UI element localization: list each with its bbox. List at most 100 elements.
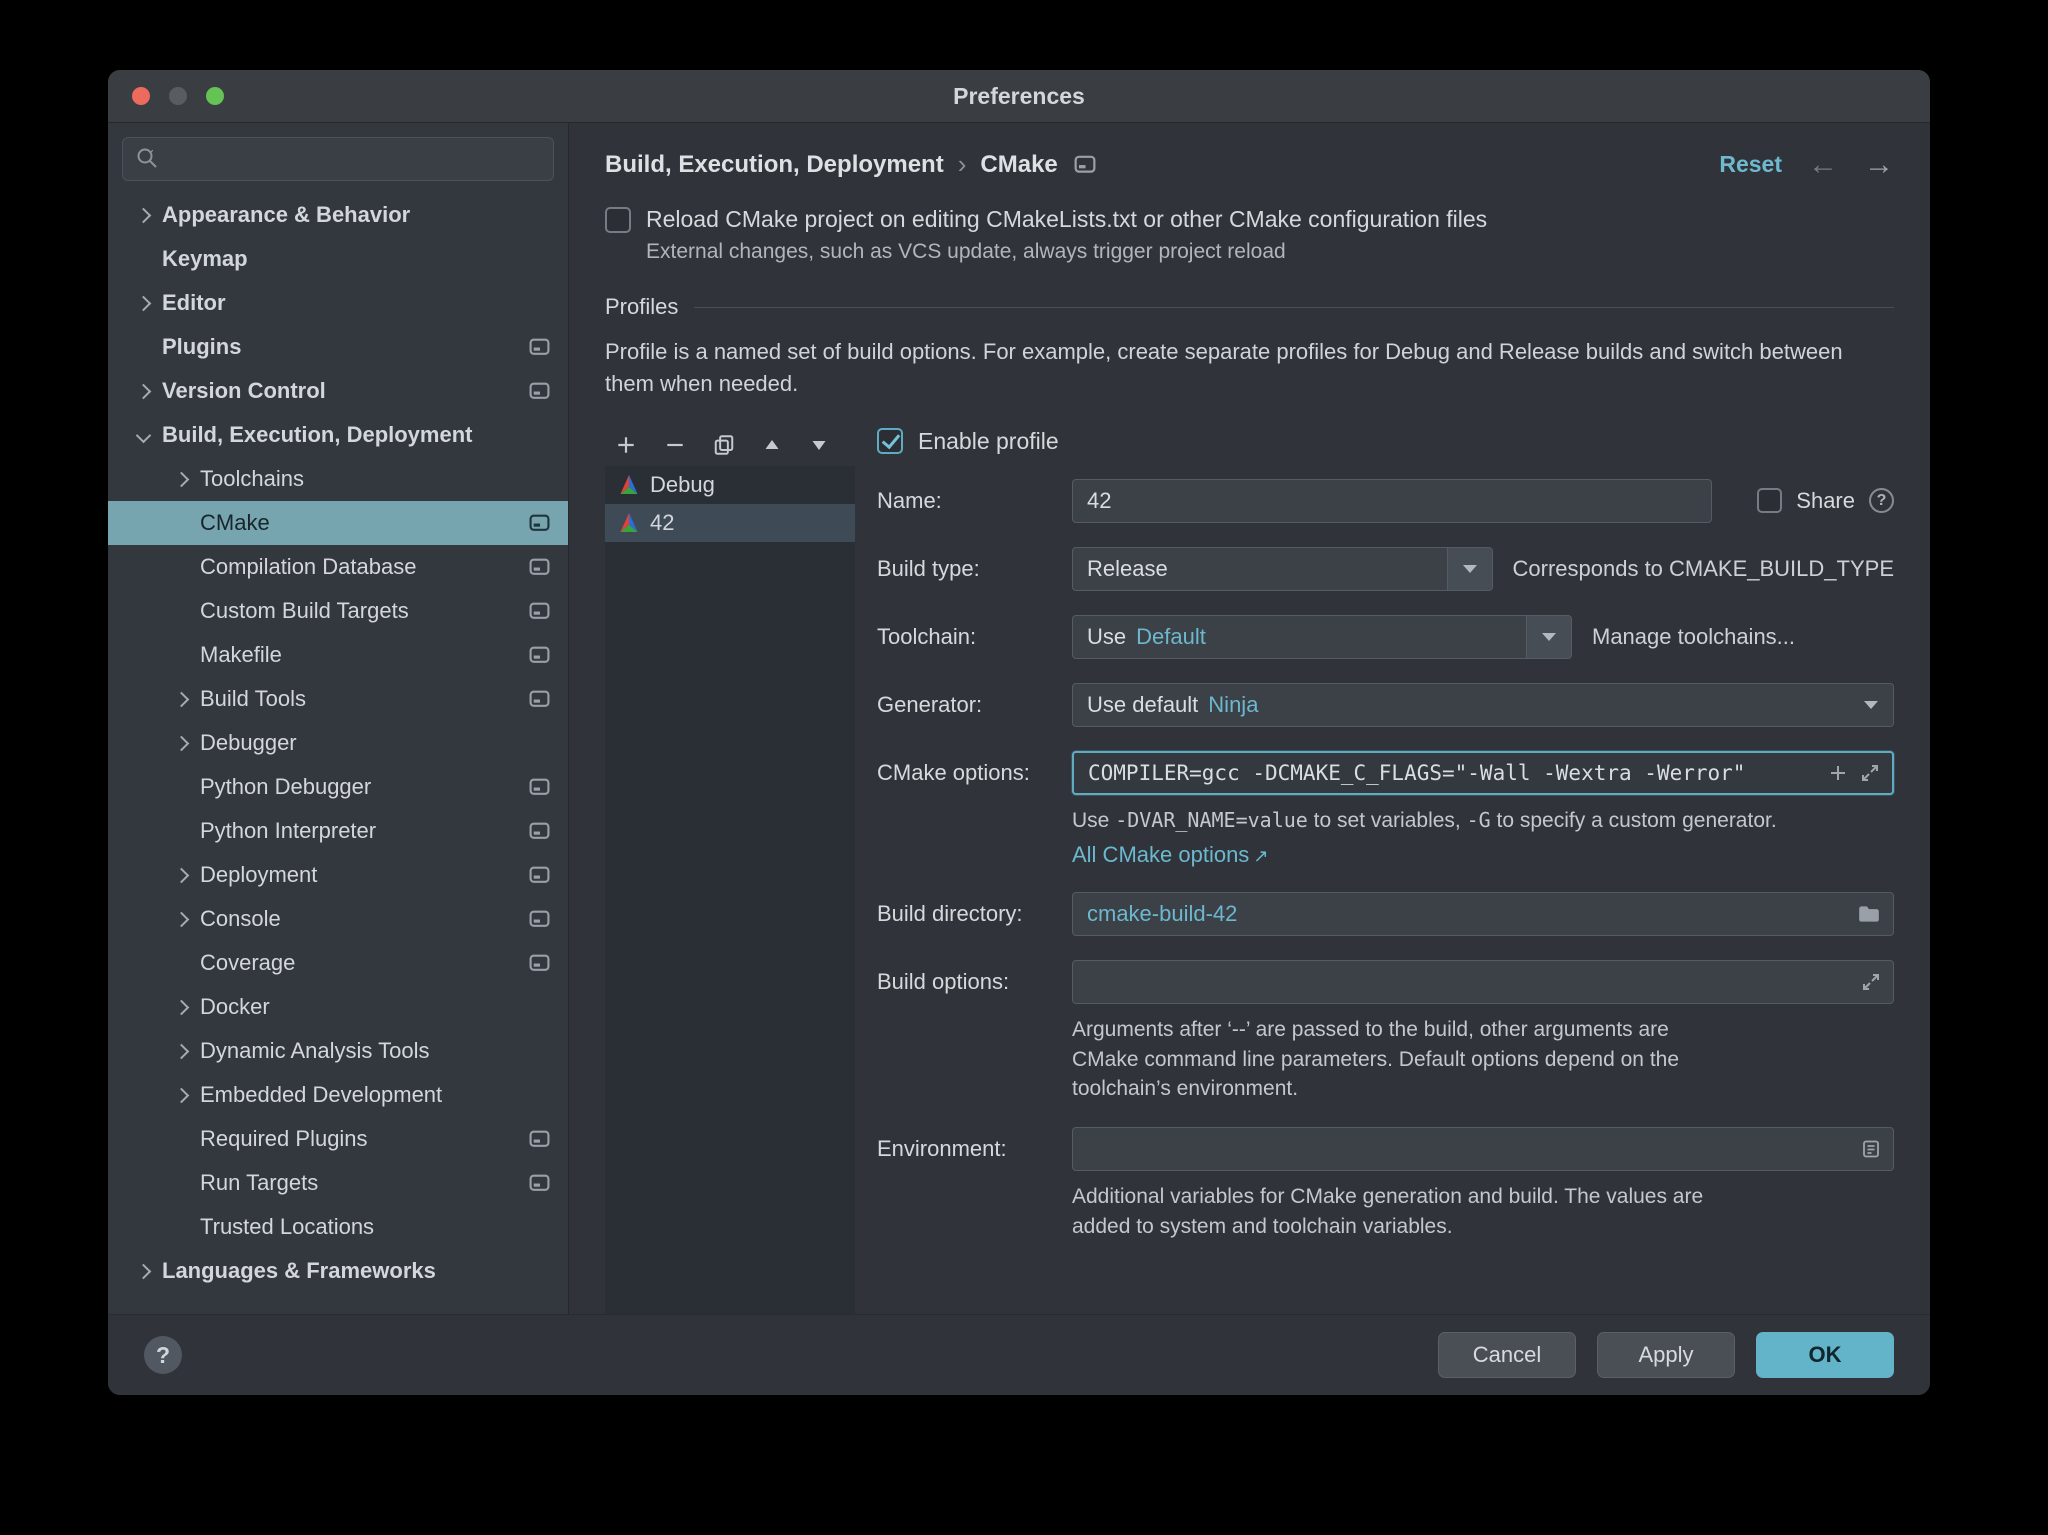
environment-variables-icon[interactable] <box>1861 1139 1881 1159</box>
enable-profile-checkbox[interactable] <box>877 428 903 455</box>
folder-icon[interactable] <box>1857 904 1881 924</box>
sidebar-item-version-control[interactable]: Version Control <box>108 369 568 413</box>
chevron-icon[interactable] <box>166 684 196 714</box>
sidebar-item-coverage[interactable]: Coverage <box>108 941 568 985</box>
chevron-icon[interactable] <box>166 596 196 626</box>
chevron-icon[interactable] <box>128 244 158 274</box>
sidebar-item-docker[interactable]: Docker <box>108 985 568 1029</box>
chevron-icon[interactable] <box>166 1036 196 1066</box>
project-settings-icon <box>529 690 550 708</box>
chevron-icon[interactable] <box>166 860 196 890</box>
chevron-icon[interactable] <box>166 1124 196 1154</box>
minimize-window-button[interactable] <box>169 87 187 105</box>
chevron-icon[interactable] <box>166 816 196 846</box>
build-directory-input[interactable]: cmake-build-42 <box>1072 892 1894 937</box>
build-options-input[interactable] <box>1072 960 1894 1005</box>
sidebar-item-compilation-database[interactable]: Compilation Database <box>108 545 568 589</box>
sidebar-item-run-targets[interactable]: Run Targets <box>108 1161 568 1205</box>
share-checkbox[interactable] <box>1757 488 1783 514</box>
sidebar-item-trusted-locations[interactable]: Trusted Locations <box>108 1205 568 1249</box>
cmake-options-input[interactable]: COMPILER=gcc -DCMAKE_C_FLAGS="-Wall -Wex… <box>1072 750 1894 795</box>
chevron-icon[interactable] <box>128 1256 158 1286</box>
build-type-select[interactable]: Release <box>1072 546 1493 591</box>
chevron-icon[interactable] <box>166 948 196 978</box>
ok-button[interactable]: OK <box>1756 1332 1894 1378</box>
dropdown-arrow-icon[interactable] <box>1526 615 1571 658</box>
chevron-icon[interactable] <box>166 508 196 538</box>
chevron-icon[interactable] <box>166 904 196 934</box>
project-settings-icon <box>529 866 550 884</box>
environment-hint: Additional variables for CMake generatio… <box>1072 1185 1704 1238</box>
zoom-window-button[interactable] <box>206 87 224 105</box>
chevron-icon[interactable] <box>166 772 196 802</box>
chevron-icon[interactable] <box>166 552 196 582</box>
sidebar-item-plugins[interactable]: Plugins <box>108 325 568 369</box>
name-input[interactable]: 42 <box>1072 478 1712 523</box>
sidebar-item-languages-frameworks[interactable]: Languages & Frameworks <box>108 1249 568 1293</box>
reset-link[interactable]: Reset <box>1719 151 1782 178</box>
chevron-icon[interactable] <box>166 640 196 670</box>
chevron-icon[interactable] <box>166 1080 196 1110</box>
dropdown-arrow-icon[interactable] <box>1849 684 1893 726</box>
sidebar-item-deployment[interactable]: Deployment <box>108 853 568 897</box>
sidebar-item-makefile[interactable]: Makefile <box>108 633 568 677</box>
apply-button[interactable]: Apply <box>1597 1332 1735 1378</box>
toolchain-select[interactable]: Use Default <box>1072 614 1572 659</box>
move-up-icon[interactable] <box>762 435 782 455</box>
sidebar-item-python-debugger[interactable]: Python Debugger <box>108 765 568 809</box>
sidebar-item-appearance-behavior[interactable]: Appearance & Behavior <box>108 193 568 237</box>
close-window-button[interactable] <box>132 87 150 105</box>
cmake-logo-icon <box>617 512 641 533</box>
generator-select[interactable]: Use default Ninja <box>1072 682 1894 727</box>
breadcrumb-parent[interactable]: Build, Execution, Deployment <box>605 151 944 179</box>
move-down-icon[interactable] <box>809 435 829 455</box>
share-help-icon[interactable]: ? <box>1869 488 1894 514</box>
forward-arrow-icon[interactable]: → <box>1864 149 1894 180</box>
sidebar-item-editor[interactable]: Editor <box>108 281 568 325</box>
project-settings-icon <box>529 954 550 972</box>
chevron-icon[interactable] <box>166 1168 196 1198</box>
add-profile-icon[interactable] <box>615 434 637 456</box>
chevron-icon[interactable] <box>128 332 158 362</box>
chevron-icon[interactable] <box>128 420 158 450</box>
sidebar-item-keymap[interactable]: Keymap <box>108 237 568 281</box>
expand-field-icon[interactable] <box>1861 972 1881 992</box>
sidebar-item-build-execution-deployment[interactable]: Build, Execution, Deployment <box>108 413 568 457</box>
expand-field-icon[interactable] <box>1860 763 1880 783</box>
sidebar-item-toolchains[interactable]: Toolchains <box>108 457 568 501</box>
share-label: Share <box>1796 487 1855 513</box>
cancel-button[interactable]: Cancel <box>1438 1332 1576 1378</box>
add-macro-icon[interactable] <box>1828 763 1848 783</box>
sidebar-item-required-plugins[interactable]: Required Plugins <box>108 1117 568 1161</box>
help-icon[interactable]: ? <box>144 1336 182 1374</box>
settings-search-input[interactable] <box>122 137 554 181</box>
sidebar-item-build-tools[interactable]: Build Tools <box>108 677 568 721</box>
sidebar-item-cmake[interactable]: CMake <box>108 501 568 545</box>
project-settings-icon <box>529 822 550 840</box>
titlebar: Preferences <box>108 70 1930 123</box>
back-arrow-icon[interactable]: ← <box>1808 149 1838 180</box>
project-settings-icon <box>529 646 550 664</box>
remove-profile-icon[interactable] <box>664 434 686 456</box>
sidebar-item-python-interpreter[interactable]: Python Interpreter <box>108 809 568 853</box>
chevron-icon[interactable] <box>128 376 158 406</box>
all-cmake-options-link[interactable]: All CMake options <box>1072 842 1249 867</box>
profile-list-item-debug[interactable]: Debug <box>605 466 855 504</box>
reload-cmake-checkbox[interactable] <box>605 206 631 233</box>
chevron-icon[interactable] <box>166 1212 196 1242</box>
profile-list-item-42[interactable]: 42 <box>605 503 855 542</box>
dropdown-arrow-icon[interactable] <box>1446 547 1492 590</box>
chevron-icon[interactable] <box>166 992 196 1022</box>
chevron-icon[interactable] <box>166 464 196 494</box>
chevron-icon[interactable] <box>166 728 196 758</box>
sidebar-item-debugger[interactable]: Debugger <box>108 721 568 765</box>
copy-profile-icon[interactable] <box>713 434 735 456</box>
sidebar-item-custom-build-targets[interactable]: Custom Build Targets <box>108 589 568 633</box>
sidebar-item-dynamic-analysis-tools[interactable]: Dynamic Analysis Tools <box>108 1029 568 1073</box>
sidebar-item-embedded-development[interactable]: Embedded Development <box>108 1073 568 1117</box>
chevron-icon[interactable] <box>128 200 158 230</box>
manage-toolchains-link[interactable]: Manage toolchains... <box>1592 624 1795 650</box>
chevron-icon[interactable] <box>128 288 158 318</box>
environment-input[interactable] <box>1072 1127 1894 1172</box>
sidebar-item-console[interactable]: Console <box>108 897 568 941</box>
